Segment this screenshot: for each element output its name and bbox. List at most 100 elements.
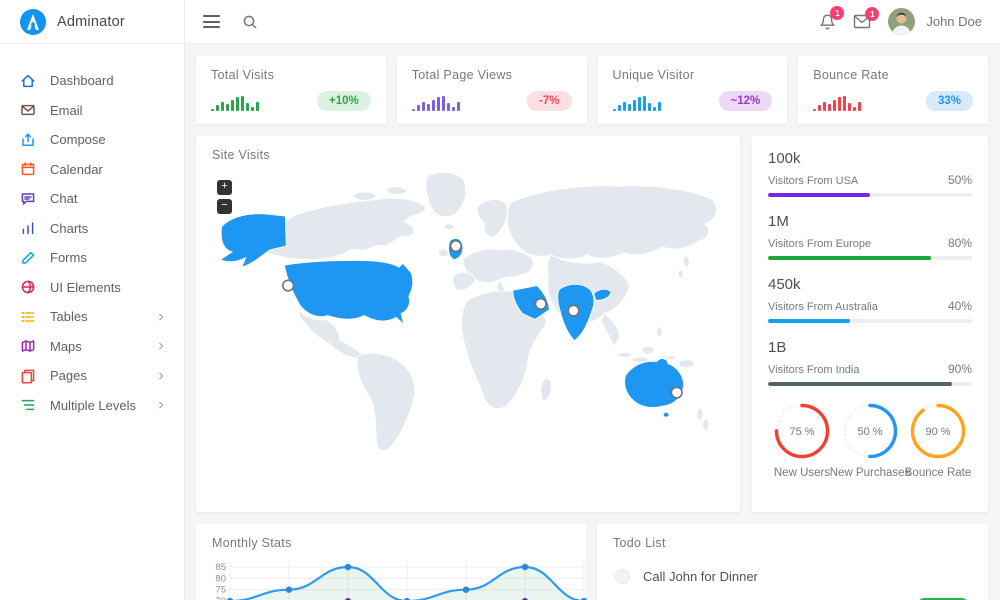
donut-chart-new-users: 75 % New Users [768,402,836,479]
sidebar-item-ui-elements[interactable]: UI Elements [0,273,184,303]
todo-list: Call John for DinnerBook Boss Flight2 Da… [613,562,972,600]
messages-button[interactable]: 1 [853,14,871,29]
sidebar-item-label: Multiple Levels [50,398,136,413]
usa-marker[interactable] [283,280,294,291]
search-icon[interactable] [242,14,258,30]
compose-icon [20,132,36,148]
forms-icon [20,250,36,266]
user-name[interactable]: John Doe [926,14,982,29]
email-icon [20,102,36,118]
todo-title: Todo List [613,536,972,550]
metric-label: Visitors From Australia [768,301,878,313]
metric-value: 450k [768,276,972,293]
sidebar-item-maps[interactable]: Maps [0,332,184,362]
progress-bar [768,319,972,323]
svg-text:75 %: 75 % [789,426,814,438]
sidebar-item-label: Charts [50,221,88,236]
tables-icon [20,309,36,325]
multiple-levels-icon [20,397,36,413]
uk-marker[interactable] [451,241,462,252]
stat-change-badge: 33% [926,91,973,111]
map-zoom-in-button[interactable]: + [217,180,232,195]
todo-item[interactable]: Call John for Dinner [613,562,972,591]
progress-bar [768,193,972,197]
sidebar-item-label: Forms [50,250,87,265]
sidebar-item-email[interactable]: Email [0,96,184,126]
menu-toggle-icon[interactable] [203,15,220,28]
site-visits-title: Site Visits [212,148,724,162]
donut-label: New Users [774,467,830,479]
sidebar-item-label: Tables [50,309,88,324]
world-map[interactable] [212,166,724,468]
saudi-marker[interactable] [535,299,546,310]
sidebar-item-tables[interactable]: Tables [0,302,184,332]
site-visits-card: Site Visits + − [196,136,740,512]
stat-card-total-page-views: Total Page Views -7% [397,56,587,124]
sparkline-chart [412,95,460,111]
svg-text:70: 70 [215,596,226,600]
top-header: 1 1 John Doe [185,0,1000,44]
metric-label: Visitors From USA [768,175,858,187]
australia-marker[interactable] [671,387,682,398]
metric-value: 1B [768,339,972,356]
stat-card-title: Total Page Views [412,68,572,82]
metric-percent: 90% [948,362,972,376]
donut-label: New Purchases [830,467,911,479]
sparkline-chart [613,95,661,111]
progress-fill [768,319,850,323]
map-zoom-out-button[interactable]: − [217,199,232,214]
visitor-metric: 100k Visitors From USA 50% [768,150,972,197]
sidebar: Adminator Dashboard Email Compose Calendar C… [0,0,185,600]
sidebar-item-pages[interactable]: Pages [0,361,184,391]
monthly-stats-title: Monthly Stats [212,536,570,550]
user-avatar[interactable] [888,8,915,35]
chevron-right-icon [156,400,166,410]
todo-item[interactable]: Book Boss Flight2 Days [613,591,972,600]
sidebar-item-charts[interactable]: Charts [0,214,184,244]
todo-card: Todo List Call John for DinnerBook Boss … [597,524,988,600]
adminator-logo-icon [20,9,46,35]
stat-card-title: Bounce Rate [813,68,973,82]
metric-value: 1M [768,213,972,230]
brand-header[interactable]: Adminator [0,0,184,44]
monthly-stats-chart: 85807570 [212,558,588,600]
metric-value: 100k [768,150,972,167]
pages-icon [20,368,36,384]
india-marker[interactable] [568,305,579,316]
stat-change-badge: +10% [317,91,371,111]
metric-percent: 80% [948,236,972,250]
chevron-right-icon [156,371,166,381]
chevron-right-icon [156,312,166,322]
ui-elements-icon [20,279,36,295]
sidebar-item-multiple-levels[interactable]: Multiple Levels [0,391,184,421]
adminator-dashboard: Adminator Dashboard Email Compose Calendar C… [0,0,1000,600]
stat-card-unique-visitor: Unique Visitor~12% [598,56,788,124]
progress-fill [768,382,952,386]
sidebar-item-label: Pages [50,368,87,383]
stat-card-total-visits: Total Visits+10% [196,56,386,124]
svg-text:75: 75 [215,585,226,596]
visitor-metric: 450kVisitors From Australia40% [768,276,972,323]
stat-change-badge: -7% [527,91,571,111]
progress-bar [768,382,972,386]
sidebar-item-calendar[interactable]: Calendar [0,155,184,185]
metric-percent: 50% [948,173,972,187]
metric-label: Visitors From India [768,364,860,376]
svg-text:90 %: 90 % [925,426,950,438]
sidebar-item-label: UI Elements [50,280,121,295]
home-icon [20,73,36,89]
monthly-stats-card: Monthly Stats 85807570 [196,524,586,600]
sidebar-item-compose[interactable]: Compose [0,125,184,155]
todo-checkbox[interactable] [615,569,630,584]
sidebar-item-chat[interactable]: Chat [0,184,184,214]
donut-chart-new-purchases: 50 %New Purchases [836,402,904,479]
sidebar-item-label: Chat [50,191,77,206]
progress-fill [768,193,870,197]
sidebar-item-label: Email [50,103,83,118]
notifications-button[interactable]: 1 [819,13,836,31]
sidebar-item-label: Calendar [50,162,103,177]
charts-icon [20,220,36,236]
sidebar-item-dashboard[interactable]: Dashboard [0,66,184,96]
sidebar-item-forms[interactable]: Forms [0,243,184,273]
brand-name: Adminator [57,14,125,30]
